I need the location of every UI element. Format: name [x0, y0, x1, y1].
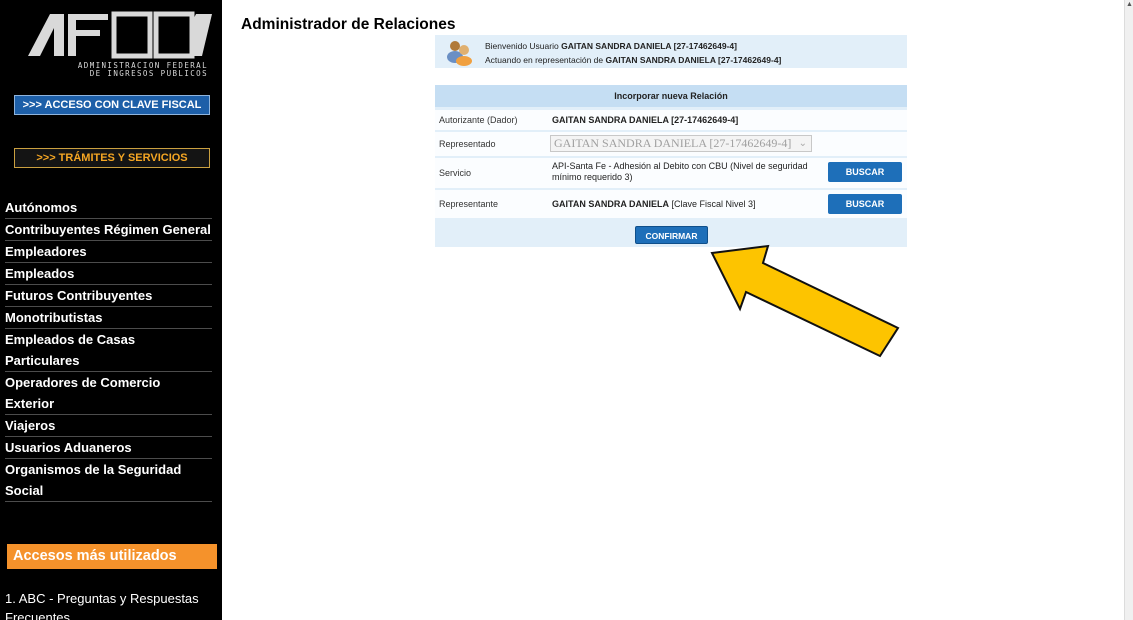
- sidebar-item-monotributistas[interactable]: Monotributistas: [5, 307, 212, 329]
- servicio-row: Servicio API-Santa Fe - Adhesión al Debi…: [435, 157, 907, 188]
- welcome-user-name: GAITAN SANDRA DANIELA [27-17462649-4]: [561, 41, 737, 51]
- representante-row: Representante GAITAN SANDRA DANIELA [Cla…: [435, 189, 907, 218]
- pointer-arrow-icon: [710, 244, 900, 358]
- buscar-representante-button[interactable]: BUSCAR: [828, 194, 902, 214]
- autorizante-value-text: GAITAN SANDRA DANIELA [27-17462649-4]: [552, 115, 739, 125]
- sidebar-item-empleadores[interactable]: Empleadores: [5, 241, 212, 263]
- sidebar-menu: Autónomos Contribuyentes Régimen General…: [5, 197, 212, 502]
- form-title: Incorporar nueva Relación: [435, 85, 907, 107]
- sidebar-item-casas-particulares[interactable]: Empleados de Casas Particulares: [5, 329, 212, 372]
- sidebar-item-aduaneros[interactable]: Usuarios Aduaneros: [5, 437, 212, 459]
- faq-link[interactable]: 1. ABC - Preguntas y Respuestas Frecuent…: [5, 589, 215, 620]
- servicio-value: API-Santa Fe - Adhesión al Debito con CB…: [552, 161, 808, 182]
- representado-label: Representado: [439, 139, 496, 149]
- representado-selected-value: GAITAN SANDRA DANIELA [27-17462649-4]: [554, 136, 792, 150]
- welcome-user-line: Bienvenido Usuario GAITAN SANDRA DANIELA…: [485, 41, 737, 51]
- tramites-button[interactable]: >>> TRÁMITES Y SERVICIOS: [14, 148, 210, 168]
- chevron-down-icon: ⌄: [798, 138, 807, 149]
- sidebar-item-empleados[interactable]: Empleados: [5, 263, 212, 285]
- logo-text-line2: DE INGRESOS PUBLICOS: [89, 69, 208, 78]
- representation-user-name: GAITAN SANDRA DANIELA [27-17462649-4]: [605, 55, 782, 65]
- representation-prefix: Actuando en representación de: [485, 55, 606, 65]
- representado-row: Representado GAITAN SANDRA DANIELA [27-1…: [435, 131, 907, 156]
- welcome-bar: Bienvenido Usuario GAITAN SANDRA DANIELA…: [435, 35, 907, 68]
- clave-fiscal-button[interactable]: >>> ACCESO CON CLAVE FISCAL: [14, 95, 210, 115]
- sidebar-item-autonomos[interactable]: Autónomos: [5, 197, 212, 219]
- sidebar-item-futuros[interactable]: Futuros Contribuyentes: [5, 285, 212, 307]
- representante-label: Representante: [439, 199, 499, 209]
- scroll-up-icon[interactable]: ▲: [1126, 1, 1133, 8]
- servicio-label: Servicio: [439, 168, 472, 178]
- accesos-header: Accesos más utilizados: [7, 544, 217, 569]
- sidebar-item-contribuyentes[interactable]: Contribuyentes Régimen General: [5, 219, 212, 241]
- confirmar-button[interactable]: CONFIRMAR: [635, 226, 708, 244]
- relation-form: Incorporar nueva Relación Autorizante (D…: [435, 85, 907, 247]
- autorizante-row: Autorizante (Dador) GAITAN SANDRA DANIEL…: [435, 109, 907, 130]
- autorizante-label: Autorizante (Dador): [439, 115, 518, 125]
- autorizante-value: GAITAN SANDRA DANIELA [27-17462649-4]: [552, 115, 738, 125]
- representante-suffix: [Clave Fiscal Nivel 3]: [669, 199, 756, 209]
- welcome-prefix: Bienvenido Usuario: [485, 41, 562, 51]
- sidebar-item-viajeros[interactable]: Viajeros: [5, 415, 212, 437]
- sidebar-item-seguridad-social[interactable]: Organismos de la Seguridad Social: [5, 459, 212, 502]
- representado-select[interactable]: GAITAN SANDRA DANIELA [27-17462649-4] ⌄: [550, 135, 812, 152]
- buscar-servicio-button[interactable]: BUSCAR: [828, 162, 902, 182]
- representante-value: GAITAN SANDRA DANIELA [Clave Fiscal Nive…: [552, 199, 756, 209]
- representante-name: GAITAN SANDRA DANIELA: [552, 199, 669, 209]
- sidebar-item-comercio-exterior[interactable]: Operadores de Comercio Exterior: [5, 372, 212, 415]
- representation-line: Actuando en representación de GAITAN SAN…: [485, 55, 781, 65]
- users-icon: [447, 41, 472, 66]
- page-title: Administrador de Relaciones: [241, 16, 456, 33]
- vertical-scrollbar[interactable]: ▲: [1124, 0, 1133, 620]
- sidebar: ADMINISTRACION FEDERAL DE INGRESOS PUBLI…: [0, 0, 222, 620]
